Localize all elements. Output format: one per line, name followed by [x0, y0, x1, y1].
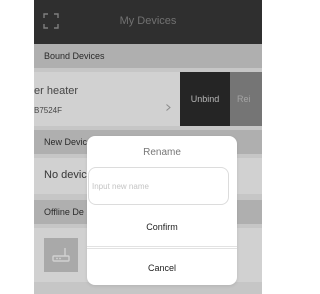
new-name-input[interactable]	[88, 167, 229, 205]
confirm-button[interactable]: Confirm	[87, 208, 237, 246]
app-screen: My Devices Bound Devices er heater B7524…	[34, 0, 262, 294]
rename-dialog: Rename Confirm Cancel	[87, 136, 237, 285]
dialog-divider	[87, 246, 237, 247]
dialog-title: Rename	[143, 147, 181, 158]
cancel-button[interactable]: Cancel	[87, 248, 237, 285]
